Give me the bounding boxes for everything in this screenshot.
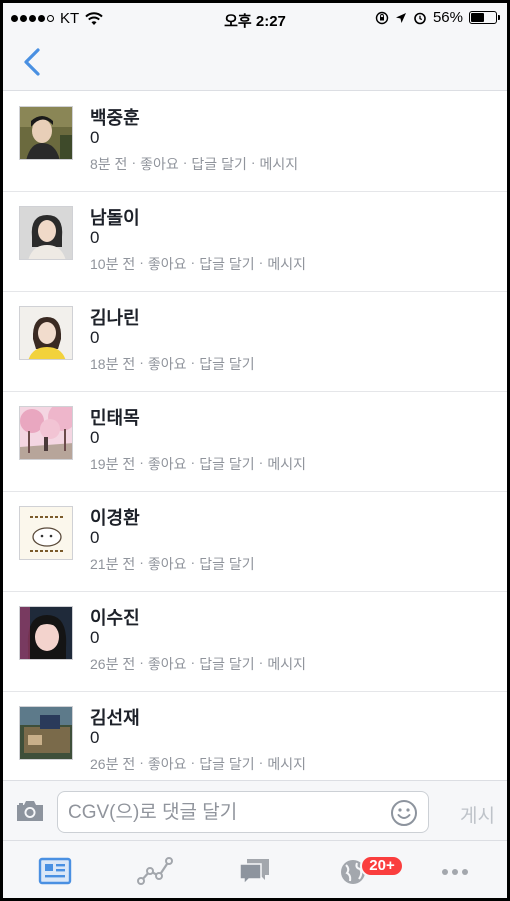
comment-time: 8분 전 <box>90 156 128 172</box>
back-chevron-icon[interactable] <box>21 47 45 77</box>
comment-input[interactable] <box>68 800 378 826</box>
like-link[interactable]: 좋아요 <box>148 754 187 774</box>
like-link[interactable]: 좋아요 <box>148 554 187 574</box>
comment-text: 0 <box>90 628 100 647</box>
emoji-icon[interactable] <box>390 799 418 827</box>
navigation-bar <box>3 33 507 91</box>
comment-meta: 26분 전 · 좋아요 · 답글 달기 · 메시지 <box>90 654 306 674</box>
comment-text: 0 <box>90 128 100 147</box>
comment-item: 남돌이 0 10분 전 · 좋아요 · 답글 달기 · 메시지 <box>3 192 507 292</box>
comment-item: 민태목 0 19분 전 · 좋아요 · 답글 달기 · 메시지 <box>3 392 507 492</box>
commenter-name[interactable]: 이수진 <box>90 604 140 630</box>
reply-link[interactable]: 답글 달기 <box>199 654 254 674</box>
battery-percent: 56% <box>432 9 463 26</box>
comment-meta: 18분 전 · 좋아요 · 답글 달기 <box>90 354 255 374</box>
comment-meta: 19분 전 · 좋아요 · 답글 달기 · 메시지 <box>90 454 306 474</box>
comment-meta: 10분 전 · 좋아요 · 답글 달기 · 메시지 <box>90 254 306 274</box>
location-icon <box>395 12 406 23</box>
rotation-lock-icon <box>375 11 389 24</box>
comment-item: 백중훈 0 8분 전 · 좋아요 · 답글 달기 · 메시지 <box>3 92 507 192</box>
comment-list[interactable]: 백중훈 0 8분 전 · 좋아요 · 답글 달기 · 메시지 남돌이 0 10분… <box>3 92 507 780</box>
avatar[interactable] <box>19 306 73 360</box>
message-link[interactable]: 메시지 <box>260 154 299 174</box>
activity-graph-icon[interactable] <box>137 855 173 887</box>
like-link[interactable]: 좋아요 <box>148 354 187 374</box>
more-options-icon[interactable] <box>437 855 473 887</box>
avatar[interactable] <box>19 606 73 660</box>
commenter-name[interactable]: 민태목 <box>90 404 140 430</box>
commenter-name[interactable]: 백중훈 <box>90 104 140 130</box>
message-link[interactable]: 메시지 <box>267 254 306 274</box>
comment-item: 이수진 0 26분 전 · 좋아요 · 답글 달기 · 메시지 <box>3 592 507 692</box>
comment-text: 0 <box>90 328 100 347</box>
comment-time: 21분 전 <box>90 556 136 572</box>
app-screen: KT 오후 2:27 56% 백중훈 0 8분 전 · 좋아요 · 답글 달기 … <box>3 3 507 898</box>
avatar[interactable] <box>19 406 73 460</box>
status-right: 56% <box>375 9 500 26</box>
avatar[interactable] <box>19 106 73 160</box>
message-link[interactable]: 메시지 <box>267 754 306 774</box>
reply-link[interactable]: 답글 달기 <box>199 754 254 774</box>
message-link[interactable]: 메시지 <box>267 654 306 674</box>
like-link[interactable]: 좋아요 <box>140 154 179 174</box>
commenter-name[interactable]: 이경환 <box>90 504 140 530</box>
post-button[interactable]: 게시 <box>460 801 495 828</box>
reply-link[interactable]: 답글 달기 <box>199 254 254 274</box>
comment-time: 19분 전 <box>90 456 136 472</box>
comment-item: 김나린 0 18분 전 · 좋아요 · 답글 달기 <box>3 292 507 392</box>
reply-link[interactable]: 답글 달기 <box>199 454 254 474</box>
messages-icon[interactable] <box>237 855 273 887</box>
battery-icon <box>469 11 500 24</box>
commenter-name[interactable]: 김나린 <box>90 304 140 330</box>
commenter-name[interactable]: 김선재 <box>90 704 140 730</box>
comment-input-box[interactable] <box>57 791 429 833</box>
camera-icon[interactable] <box>15 799 45 823</box>
tab-bar: 20+ <box>3 840 507 898</box>
comment-time: 10분 전 <box>90 256 136 272</box>
comment-item: 이경환 0 21분 전 · 좋아요 · 답글 달기 <box>3 492 507 592</box>
avatar[interactable] <box>19 706 73 760</box>
comment-text: 0 <box>90 528 100 547</box>
comment-composer: 게시 <box>3 780 507 840</box>
news-feed-icon[interactable] <box>37 855 73 887</box>
message-link[interactable]: 메시지 <box>267 454 306 474</box>
comment-item: 김선재 0 26분 전 · 좋아요 · 답글 달기 · 메시지 <box>3 692 507 780</box>
comment-time: 18분 전 <box>90 356 136 372</box>
comment-meta: 21분 전 · 좋아요 · 답글 달기 <box>90 554 255 574</box>
avatar[interactable] <box>19 206 73 260</box>
comment-time: 26분 전 <box>90 656 136 672</box>
reply-link[interactable]: 답글 달기 <box>199 354 254 374</box>
alarm-icon <box>414 12 426 24</box>
comment-text: 0 <box>90 228 100 247</box>
like-link[interactable]: 좋아요 <box>148 654 187 674</box>
comment-text: 0 <box>90 728 100 747</box>
notification-badge: 20+ <box>360 855 404 877</box>
commenter-name[interactable]: 남돌이 <box>90 204 140 230</box>
comment-time: 26분 전 <box>90 756 136 772</box>
comment-meta: 8분 전 · 좋아요 · 답글 달기 · 메시지 <box>90 154 299 174</box>
like-link[interactable]: 좋아요 <box>148 254 187 274</box>
status-bar: KT 오후 2:27 56% <box>3 3 507 33</box>
like-link[interactable]: 좋아요 <box>148 454 187 474</box>
reply-link[interactable]: 답글 달기 <box>191 154 246 174</box>
comment-meta: 26분 전 · 좋아요 · 답글 달기 · 메시지 <box>90 754 306 774</box>
reply-link[interactable]: 답글 달기 <box>199 554 254 574</box>
comment-text: 0 <box>90 428 100 447</box>
avatar[interactable] <box>19 506 73 560</box>
